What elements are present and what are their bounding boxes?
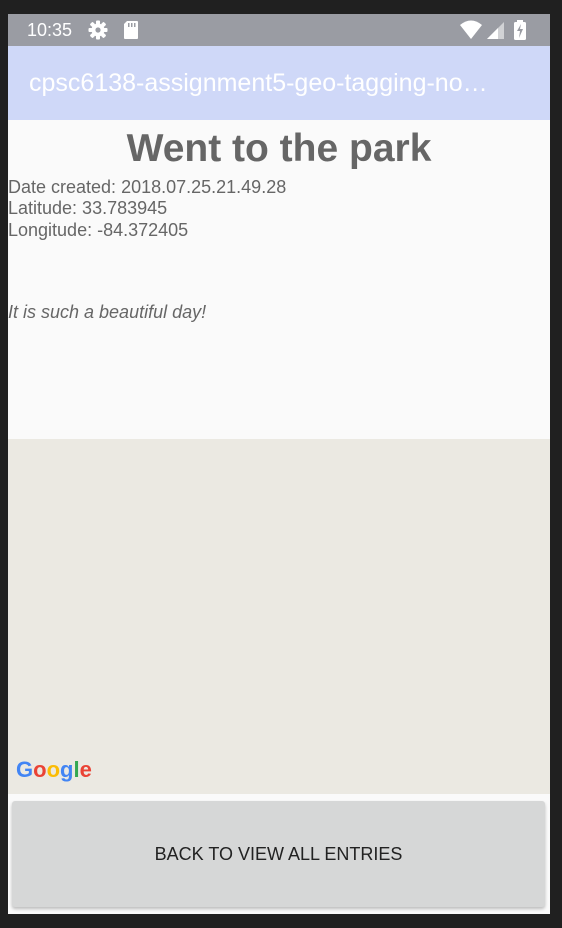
map-view[interactable]: Google xyxy=(8,439,550,794)
battery-charging-icon xyxy=(512,19,534,41)
google-logo-letter: G xyxy=(16,757,34,782)
note-title: Went to the park xyxy=(126,127,432,170)
phone-screen: 10:35 cpsc6138-assignment5-geo-tagging-n… xyxy=(8,14,550,914)
app-bar: cpsc6138-assignment5-geo-tagging-no… xyxy=(8,46,550,120)
longitude-text: Longitude: -84.372405 xyxy=(8,220,189,240)
date-created-text: Date created: 2018.07.25.21.49.28 xyxy=(8,177,287,197)
google-logo-letter: o xyxy=(33,757,47,782)
device-frame: 10:35 cpsc6138-assignment5-geo-tagging-n… xyxy=(0,0,562,928)
wifi-icon xyxy=(459,19,482,41)
google-logo: Google xyxy=(16,757,92,783)
status-time: 10:35 xyxy=(27,20,73,40)
status-bar: 10:35 xyxy=(8,14,550,46)
google-logo-letter: o xyxy=(46,757,61,782)
app-title: cpsc6138-assignment5-geo-tagging-no… xyxy=(29,69,488,97)
back-to-entries-button[interactable]: BACK TO VIEW ALL ENTRIES xyxy=(12,801,545,907)
google-logo-letter: g xyxy=(60,757,74,782)
latitude-text: Latitude: 33.783945 xyxy=(8,198,168,218)
note-body: It is such a beautiful day! xyxy=(8,302,207,322)
signal-icon xyxy=(485,19,507,41)
gear-icon xyxy=(87,19,109,41)
sd-card-icon xyxy=(120,19,142,41)
google-logo-letter: e xyxy=(79,757,92,782)
